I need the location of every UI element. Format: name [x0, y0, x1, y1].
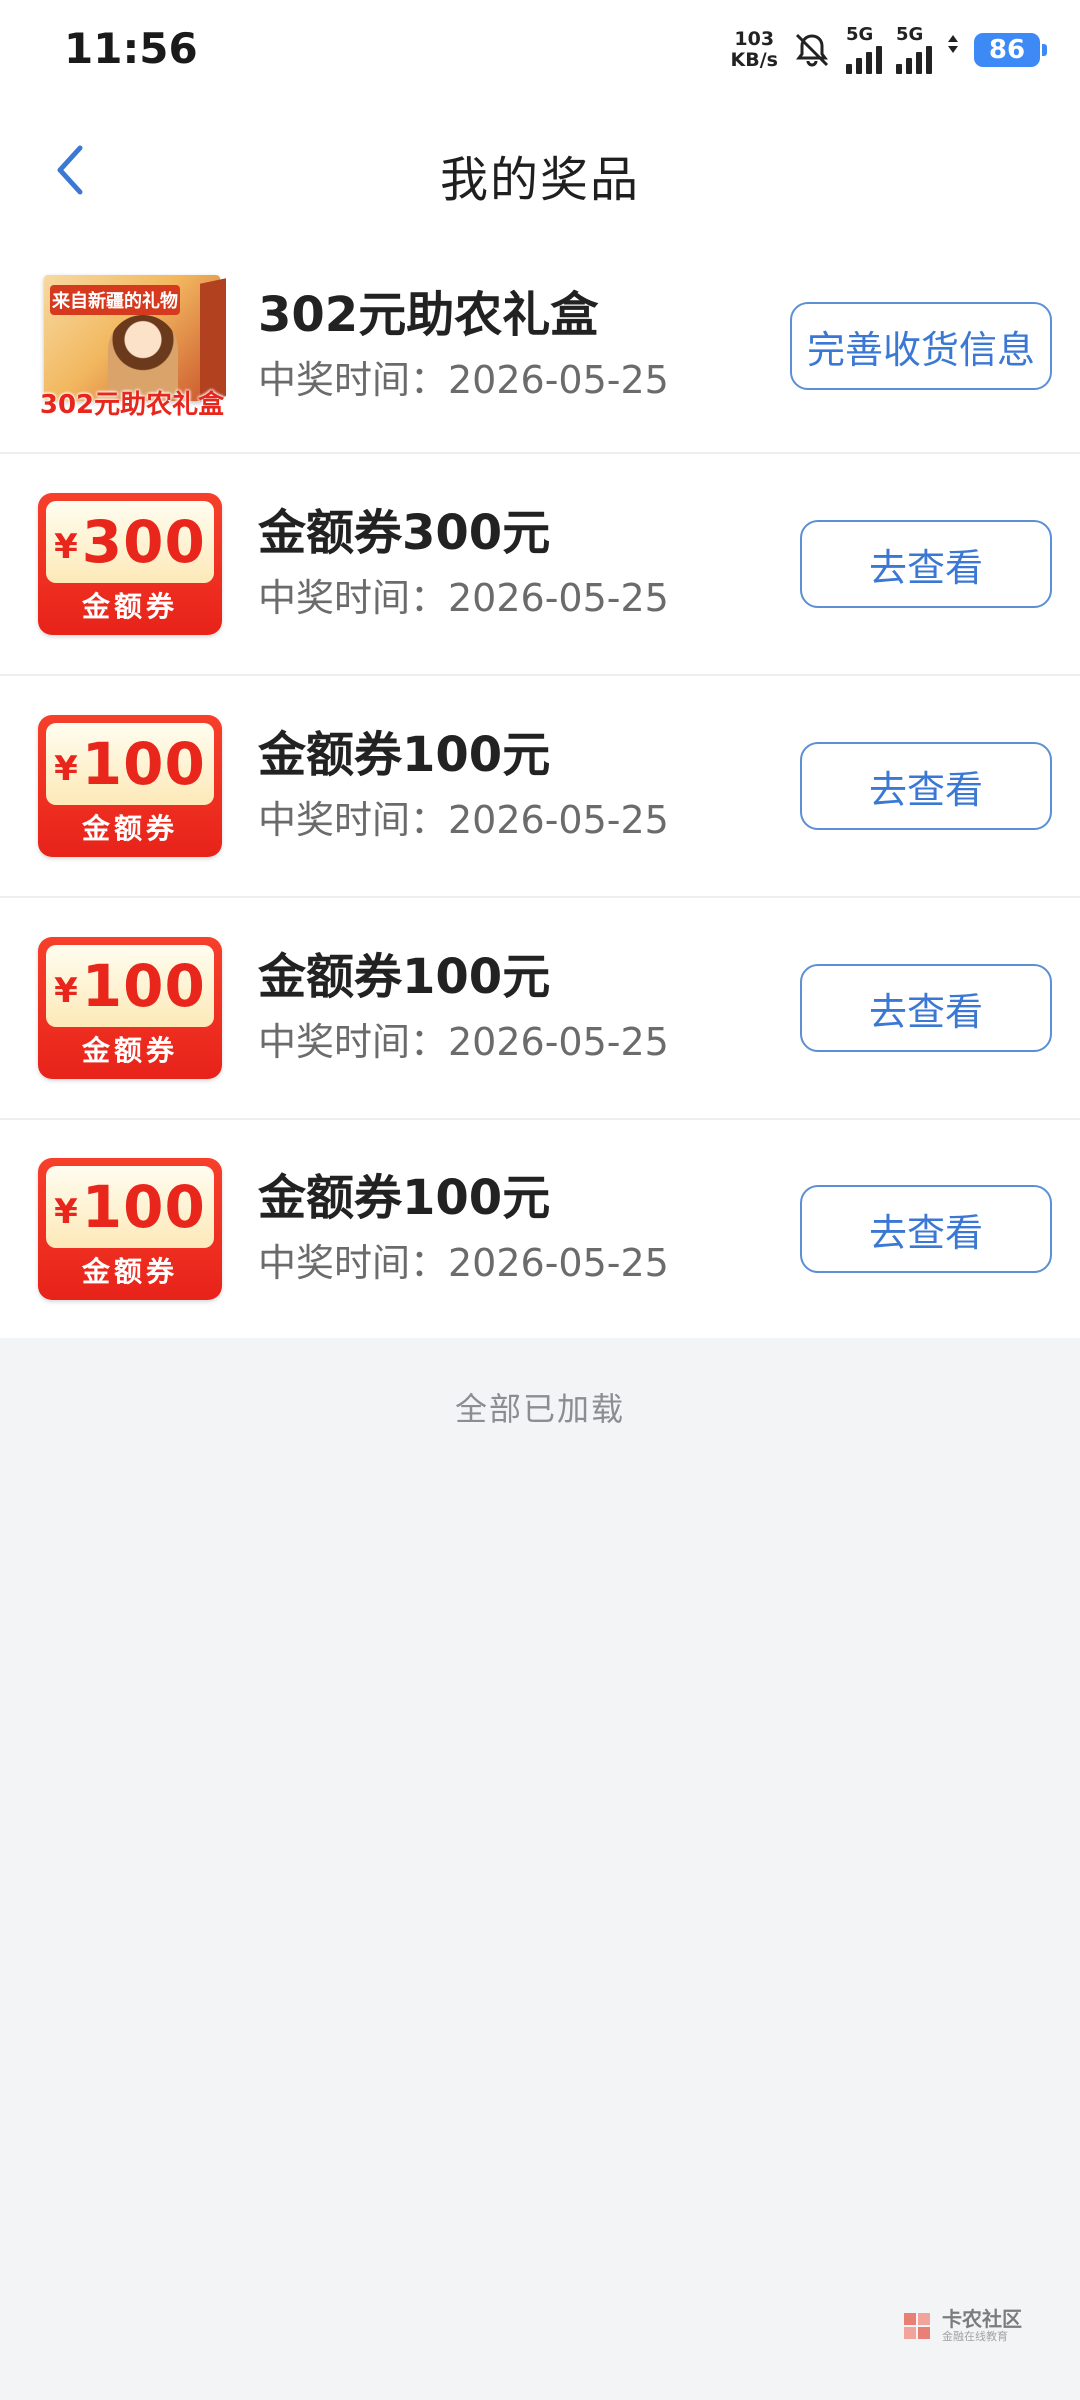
coupon-image: ¥ 100 金额券: [38, 937, 222, 1079]
coupon-currency: ¥: [54, 1192, 78, 1232]
coupon-amount-area: ¥ 300: [46, 501, 214, 583]
prize-name: 金额券100元: [258, 1170, 551, 1226]
giftbox-box-text: 来自新疆的礼物: [50, 285, 180, 315]
coupon-currency: ¥: [54, 527, 78, 567]
prize-name: 302元助农礼盒: [258, 287, 599, 343]
giftbox-image: 来自新疆的礼物 302元助农礼盒: [38, 271, 226, 421]
wifi-arrows-icon: [948, 35, 958, 53]
coupon-amount: 100: [81, 952, 206, 1020]
network-speed-unit: KB/s: [730, 49, 778, 71]
prize-info: 金额券100元 中奖时间：2026-05-25: [258, 723, 669, 849]
coupon-label: 金额券: [81, 1255, 178, 1288]
watermark-title: 卡农社区: [942, 2307, 1022, 2331]
prize-time: 中奖时间：2026-05-25: [258, 576, 669, 620]
view-button[interactable]: 去查看: [800, 520, 1052, 608]
watermark-subtitle: 金融在线教育: [942, 2330, 1008, 2343]
all-loaded-text: 全部已加载: [454, 1390, 625, 1428]
coupon-amount-area: ¥ 100: [46, 945, 214, 1027]
nav-header: 我的奖品: [0, 100, 1080, 240]
signal-sim1: 5G: [846, 26, 882, 74]
coupon-currency: ¥: [54, 971, 78, 1011]
prize-item: ¥ 100 金额券 金额券100元 中奖时间：2026-05-25 去查看: [0, 676, 1080, 898]
prize-name: 金额券100元: [258, 727, 551, 783]
signal-sim2-label: 5G: [896, 24, 924, 45]
kanong-logo-icon: [904, 2313, 930, 2339]
status-icons: 103 KB/s 5G 5G 86: [731, 22, 1047, 78]
view-button[interactable]: 去查看: [800, 964, 1052, 1052]
prizes-page: 11:56 103 KB/s 5G 5G 86 我的奖品 来自新疆的礼物 302…: [0, 0, 1080, 2400]
prize-time: 中奖时间：2026-05-25: [258, 798, 669, 842]
view-button[interactable]: 去查看: [800, 1185, 1052, 1273]
coupon-amount: 100: [81, 1173, 206, 1241]
prize-time: 中奖时间：2026-05-25: [258, 358, 669, 402]
coupon-amount: 300: [81, 508, 206, 576]
status-bar: 11:56 103 KB/s 5G 5G 86: [0, 0, 1080, 100]
prize-name: 金额券100元: [258, 949, 551, 1005]
signal-sim1-label: 5G: [846, 24, 874, 45]
signal-bars-icon: [846, 44, 882, 74]
prize-info: 金额券100元 中奖时间：2026-05-25: [258, 1166, 669, 1292]
status-time: 11:56: [64, 24, 198, 73]
giftbox-caption: 302元助农礼盒: [39, 390, 225, 420]
signal-sim2: 5G: [896, 26, 932, 74]
coupon-label: 金额券: [81, 590, 178, 623]
prize-list: 来自新疆的礼物 302元助农礼盒 302元助农礼盒 中奖时间：2026-05-2…: [0, 240, 1080, 1338]
network-speed: 103 KB/s: [731, 29, 778, 71]
coupon-image: ¥ 100 金额券: [38, 1158, 222, 1300]
coupon-amount-area: ¥ 100: [46, 723, 214, 805]
prize-item: ¥ 300 金额券 金额券300元 中奖时间：2026-05-25 去查看: [0, 454, 1080, 676]
prize-item: 来自新疆的礼物 302元助农礼盒 302元助农礼盒 中奖时间：2026-05-2…: [0, 240, 1080, 454]
coupon-label: 金额券: [81, 1034, 178, 1067]
signal-bars-icon: [896, 44, 932, 74]
coupon-currency: ¥: [54, 749, 78, 789]
coupon-image: ¥ 100 金额券: [38, 715, 222, 857]
coupon-amount: 100: [81, 730, 206, 798]
prize-time: 中奖时间：2026-05-25: [258, 1020, 669, 1064]
watermark-text: 卡农社区 金融在线教育: [942, 2308, 1022, 2344]
page-title: 我的奖品: [439, 152, 640, 208]
complete-shipping-info-button[interactable]: 完善收货信息: [790, 302, 1052, 390]
network-speed-value: 103: [734, 28, 775, 50]
prize-item: ¥ 100 金额券 金额券100元 中奖时间：2026-05-25 去查看: [0, 898, 1080, 1120]
coupon-amount-area: ¥ 100: [46, 1166, 214, 1248]
prize-name: 金额券300元: [258, 505, 551, 561]
view-button[interactable]: 去查看: [800, 742, 1052, 830]
bell-muted-icon: [795, 33, 829, 67]
coupon-label: 金额券: [81, 812, 178, 845]
prize-item: ¥ 100 金额券 金额券100元 中奖时间：2026-05-25 去查看: [0, 1120, 1080, 1338]
prize-info: 302元助农礼盒 中奖时间：2026-05-25: [258, 283, 669, 409]
battery-indicator: 86: [974, 33, 1047, 67]
prize-info: 金额券100元 中奖时间：2026-05-25: [258, 945, 669, 1071]
coupon-image: ¥ 300 金额券: [38, 493, 222, 635]
prize-info: 金额券300元 中奖时间：2026-05-25: [258, 501, 669, 627]
watermark: 卡农社区 金融在线教育: [900, 2308, 1022, 2344]
prize-time: 中奖时间：2026-05-25: [258, 1241, 669, 1285]
